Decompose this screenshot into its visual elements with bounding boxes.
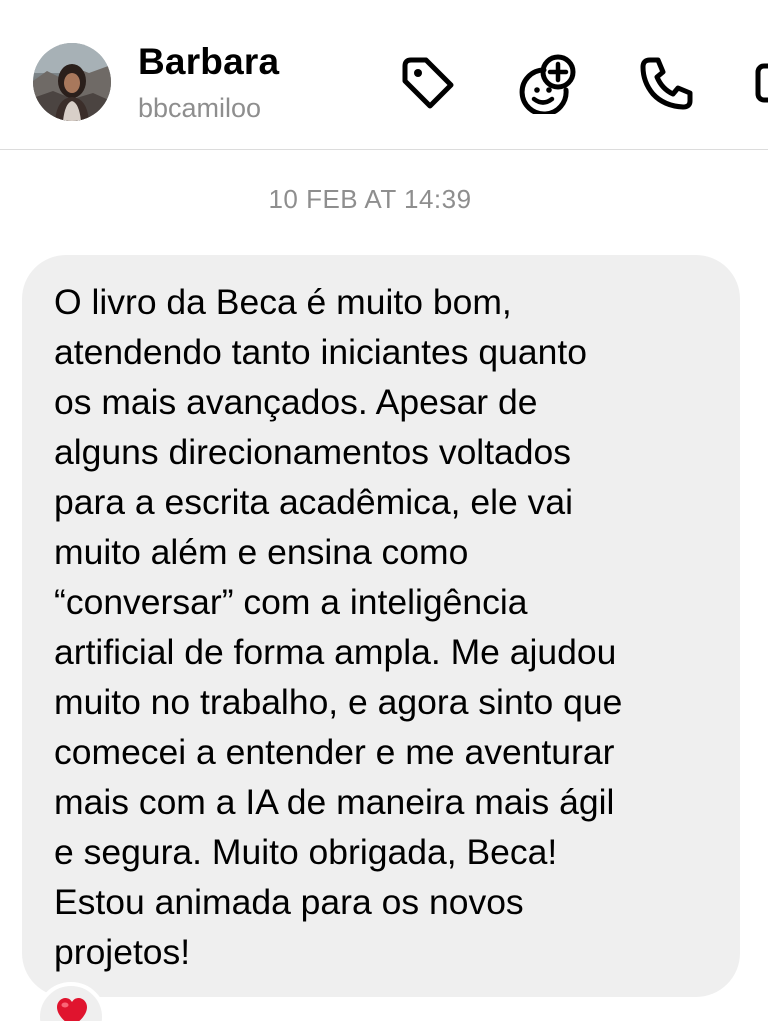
message-line: comecei a entender e me aventurar bbox=[54, 732, 615, 772]
phone-icon[interactable] bbox=[636, 52, 698, 114]
contact-username[interactable]: bbcamiloo bbox=[138, 93, 261, 124]
heart-emoji-icon bbox=[57, 998, 87, 1021]
contact-name[interactable]: Barbara bbox=[138, 41, 279, 83]
message-line: atendendo tanto iniciantes quanto bbox=[54, 332, 587, 372]
message-line: “conversar” com a inteligência bbox=[54, 582, 528, 622]
message-timestamp: 10 FEB AT 14:39 bbox=[268, 184, 472, 214]
avatar[interactable] bbox=[33, 43, 111, 121]
avatar-photo bbox=[33, 43, 111, 121]
message-bubble[interactable]: O livro da Beca é muito bom, atendendo t… bbox=[22, 255, 740, 997]
message-line: mais com a IA de maneira mais ágil bbox=[54, 782, 615, 822]
message-line: e segura. Muito obrigada, Beca! bbox=[54, 832, 558, 872]
dm-conversation-screen: Barbara bbcamiloo 10 FEB AT 14:39 O livr… bbox=[0, 0, 768, 1021]
message-line: O livro da Beca é muito bom, bbox=[54, 282, 512, 322]
message-line: muito no trabalho, e agora sinto que bbox=[54, 682, 623, 722]
message-line: muito além e ensina como bbox=[54, 532, 469, 572]
add-sticker-icon[interactable] bbox=[516, 52, 578, 114]
message-line: para a escrita acadêmica, ele vai bbox=[54, 482, 573, 522]
tag-icon[interactable] bbox=[396, 52, 458, 114]
message-line: projetos! bbox=[54, 932, 191, 972]
message-line: alguns direcionamentos voltados bbox=[54, 432, 572, 472]
conversation-header: Barbara bbcamiloo bbox=[0, 0, 768, 150]
video-icon[interactable] bbox=[748, 52, 768, 114]
message-line: artificial de forma ampla. Me ajudou bbox=[54, 632, 617, 672]
message-line: os mais avançados. Apesar de bbox=[54, 382, 538, 422]
message-line: Estou animada para os novos bbox=[54, 882, 524, 922]
